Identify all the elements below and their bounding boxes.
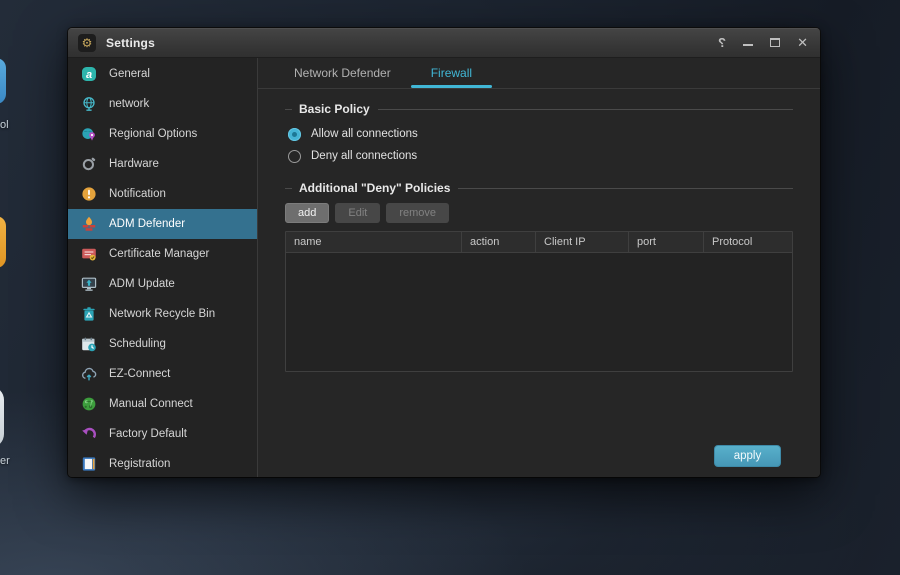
- network-icon: [81, 96, 97, 112]
- sidebar-item-registration[interactable]: Registration: [68, 449, 257, 477]
- sidebar-item-label: General: [109, 68, 150, 80]
- factory-default-icon: [81, 426, 97, 442]
- scheduling-icon: [81, 336, 97, 352]
- sidebar-item-label: ADM Defender: [109, 218, 185, 230]
- add-button[interactable]: add: [285, 203, 329, 223]
- maximize-icon[interactable]: [770, 38, 780, 47]
- network-recycle-bin-icon: [81, 306, 97, 322]
- help-icon[interactable]: ?: [718, 36, 726, 50]
- column-header-port[interactable]: port: [629, 232, 704, 252]
- sidebar-item-hardware[interactable]: Hardware: [68, 149, 257, 179]
- deny-policy-buttons: add Edit remove: [285, 203, 793, 223]
- regional-options-icon: [81, 126, 97, 142]
- settings-gear-icon: ⚙: [78, 34, 96, 52]
- column-header-protocol[interactable]: Protocol: [704, 232, 792, 252]
- sidebar-item-regional-options[interactable]: Regional Options: [68, 119, 257, 149]
- sidebar-item-label: Network Recycle Bin: [109, 308, 215, 320]
- deny-policy-table: nameactionClient IPportProtocol: [285, 231, 793, 372]
- adm-defender-icon: [81, 216, 97, 232]
- settings-window: ⚙ Settings ? ✕ a General network Regional O…: [68, 28, 820, 477]
- apply-button[interactable]: apply: [714, 445, 781, 467]
- general-icon: a: [81, 66, 97, 82]
- sidebar-item-label: Scheduling: [109, 338, 166, 350]
- column-header-client-ip[interactable]: Client IP: [536, 232, 629, 252]
- certificate-manager-icon: [81, 246, 97, 262]
- sidebar-item-network-recycle-bin[interactable]: Network Recycle Bin: [68, 299, 257, 329]
- policy-table-body: [286, 252, 792, 371]
- desktop-app-icon-white[interactable]: [0, 386, 4, 448]
- sidebar-item-label: Manual Connect: [109, 398, 193, 410]
- sidebar-item-label: ADM Update: [109, 278, 175, 290]
- sidebar-item-general[interactable]: a General: [68, 59, 257, 89]
- sidebar-item-network[interactable]: network: [68, 89, 257, 119]
- sidebar-item-ez-connect[interactable]: EZ-Connect: [68, 359, 257, 389]
- deny-policies-legend: Additional "Deny" Policies: [285, 181, 793, 195]
- desktop-app-icon-blue[interactable]: [0, 58, 6, 104]
- settings-content: Network DefenderFirewall Basic Policy Al…: [258, 58, 820, 477]
- sidebar-item-label: Regional Options: [109, 128, 197, 140]
- settings-sidebar: a General network Regional Options Hardware N…: [68, 58, 258, 477]
- desktop-icon-label: ol: [0, 119, 9, 131]
- radio-label: Deny all connections: [311, 150, 417, 162]
- sidebar-item-scheduling[interactable]: Scheduling: [68, 329, 257, 359]
- window-controls: ? ✕: [718, 36, 808, 50]
- radio-label: Allow all connections: [311, 128, 418, 140]
- basic-policy-options: Allow all connections Deny all connection…: [285, 123, 793, 167]
- window-title: Settings: [106, 36, 155, 50]
- edit-button: Edit: [335, 203, 380, 223]
- sidebar-item-manual-connect[interactable]: Manual Connect: [68, 389, 257, 419]
- desktop-icon-label: er: [0, 455, 10, 467]
- sidebar-item-label: Hardware: [109, 158, 159, 170]
- desktop-app-icon-orange[interactable]: [0, 216, 6, 268]
- sidebar-item-label: Certificate Manager: [109, 248, 209, 260]
- sidebar-item-factory-default[interactable]: Factory Default: [68, 419, 257, 449]
- remove-button: remove: [386, 203, 449, 223]
- manual-connect-icon: [81, 396, 97, 412]
- basic-policy-legend: Basic Policy: [285, 102, 793, 116]
- tab-firewall[interactable]: Firewall: [411, 58, 492, 88]
- radio-unselected-icon[interactable]: [288, 150, 301, 163]
- sidebar-item-label: network: [109, 98, 149, 110]
- policy-table-header: nameactionClient IPportProtocol: [286, 232, 792, 252]
- notification-icon: [81, 186, 97, 202]
- tab-bar: Network DefenderFirewall: [258, 58, 820, 89]
- adm-update-icon: [81, 276, 97, 292]
- sidebar-item-adm-defender[interactable]: ADM Defender: [68, 209, 257, 239]
- hardware-icon: [81, 156, 97, 172]
- sidebar-item-label: Factory Default: [109, 428, 187, 440]
- column-header-action[interactable]: action: [462, 232, 536, 252]
- sidebar-item-adm-update[interactable]: ADM Update: [68, 269, 257, 299]
- tab-network-defender[interactable]: Network Defender: [274, 58, 411, 88]
- sidebar-item-notification[interactable]: Notification: [68, 179, 257, 209]
- close-icon[interactable]: ✕: [797, 36, 808, 50]
- sidebar-item-label: Registration: [109, 458, 170, 470]
- sidebar-item-label: Notification: [109, 188, 166, 200]
- registration-icon: [81, 456, 97, 472]
- sidebar-item-label: EZ-Connect: [109, 368, 170, 380]
- svg-text:a: a: [86, 69, 92, 81]
- radio-option-allow-all-connections[interactable]: Allow all connections: [288, 123, 793, 145]
- sidebar-item-certificate-manager[interactable]: Certificate Manager: [68, 239, 257, 269]
- column-header-name[interactable]: name: [286, 232, 462, 252]
- radio-option-deny-all-connections[interactable]: Deny all connections: [288, 145, 793, 167]
- ez-connect-icon: [81, 366, 97, 382]
- titlebar[interactable]: ⚙ Settings ? ✕: [68, 28, 820, 58]
- radio-selected-icon[interactable]: [288, 128, 301, 141]
- minimize-icon[interactable]: [743, 44, 753, 46]
